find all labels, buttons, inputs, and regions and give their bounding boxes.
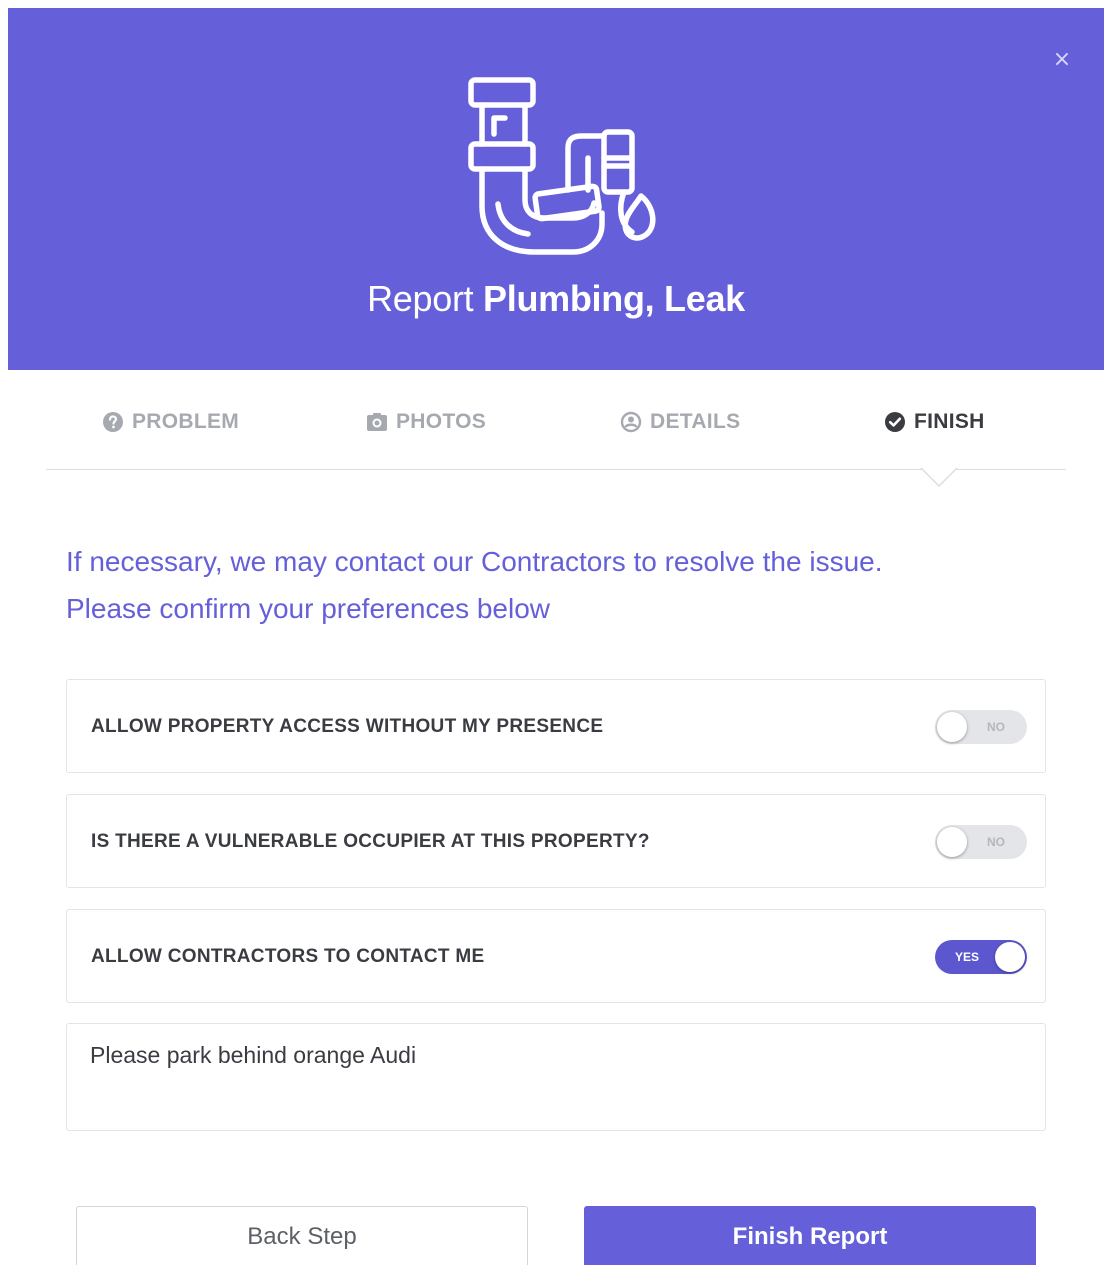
- tab-label: PHOTOS: [396, 410, 487, 433]
- toggle-knob: [995, 942, 1025, 972]
- plumbing-leak-icon: [468, 77, 656, 255]
- intro-line-1: If necessary, we may contact our Contrac…: [66, 546, 883, 577]
- intro-line-2: Please confirm your preferences below: [66, 593, 551, 624]
- camera-icon: [367, 413, 387, 431]
- user-circle-icon: [620, 411, 642, 433]
- option-vulnerable-occupier: IS THERE A VULNERABLE OCCUPIER AT THIS P…: [66, 794, 1046, 888]
- step-tabs: PROBLEM PHOTOS DETAILS FINISH: [46, 372, 1066, 487]
- tab-photos[interactable]: PHOTOS: [366, 410, 486, 434]
- close-button[interactable]: ×: [1050, 48, 1074, 72]
- tab-label: DETAILS: [650, 410, 741, 433]
- title-prefix: Report: [367, 278, 474, 319]
- tab-label: PROBLEM: [132, 410, 240, 433]
- toggle-knob: [937, 827, 967, 857]
- property-access-toggle[interactable]: NO: [935, 710, 1027, 744]
- vulnerable-occupier-toggle[interactable]: NO: [935, 825, 1027, 859]
- option-label: IS THERE A VULNERABLE OCCUPIER AT THIS P…: [91, 831, 650, 852]
- toggle-state: NO: [987, 720, 1005, 734]
- notes-textarea[interactable]: Please park behind orange Audi: [66, 1023, 1046, 1131]
- contractor-contact-toggle[interactable]: YES: [935, 940, 1027, 974]
- page-title: Report Plumbing, Leak: [8, 278, 1104, 320]
- intro-text: If necessary, we may contact our Contrac…: [66, 538, 1056, 632]
- back-step-button[interactable]: Back Step: [76, 1206, 528, 1265]
- modal-header: × Report Plumbing, Leak: [8, 8, 1104, 370]
- option-label: ALLOW CONTRACTORS TO CONTACT ME: [91, 946, 485, 967]
- option-property-access: ALLOW PROPERTY ACCESS WITHOUT MY PRESENC…: [66, 679, 1046, 773]
- check-circle-icon: [885, 412, 905, 432]
- option-contractor-contact: ALLOW CONTRACTORS TO CONTACT ME YES: [66, 909, 1046, 1003]
- option-label: ALLOW PROPERTY ACCESS WITHOUT MY PRESENC…: [91, 716, 604, 737]
- toggle-state: NO: [987, 835, 1005, 849]
- finish-report-button[interactable]: Finish Report: [584, 1206, 1036, 1265]
- question-circle-icon: [103, 412, 123, 432]
- tab-finish[interactable]: FINISH: [884, 410, 985, 434]
- tab-problem[interactable]: PROBLEM: [102, 410, 239, 434]
- title-category: Plumbing, Leak: [483, 278, 745, 319]
- active-tab-pointer: [920, 467, 958, 487]
- close-icon: ×: [1052, 47, 1072, 72]
- tab-details[interactable]: DETAILS: [620, 410, 740, 434]
- toggle-state: YES: [955, 950, 980, 964]
- toggle-knob: [937, 712, 967, 742]
- report-modal: × Report Plumbing, Leak PROBLEM PHOTOS D…: [0, 0, 1104, 1265]
- tab-label: FINISH: [914, 410, 985, 433]
